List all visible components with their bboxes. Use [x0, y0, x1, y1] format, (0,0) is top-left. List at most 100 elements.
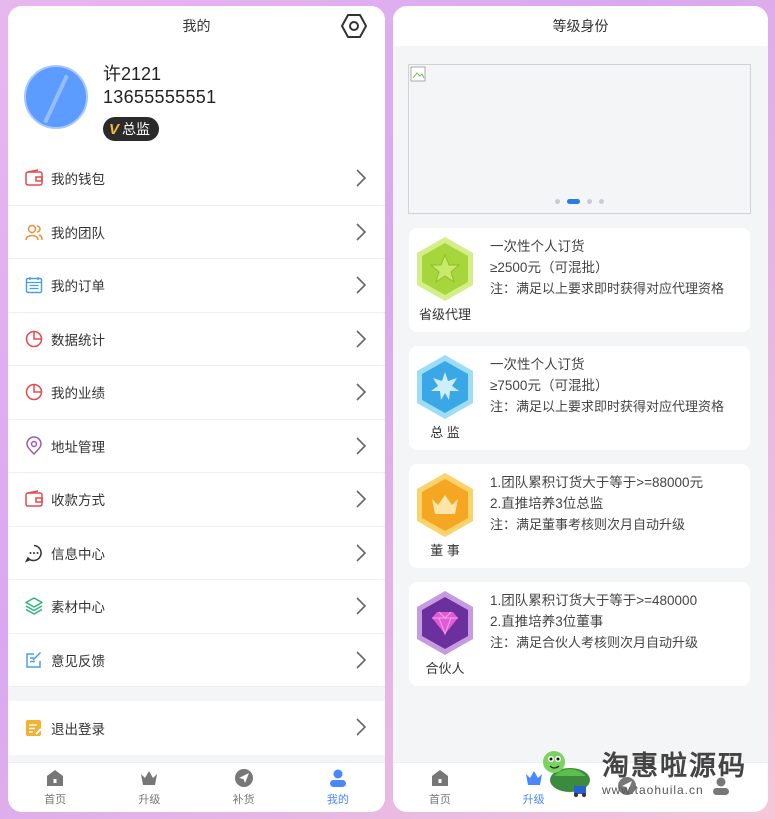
tab-home[interactable]: 首页	[8, 763, 102, 812]
watermark: 淘惠啦源码 www.taohuila.cn	[540, 740, 760, 800]
tab-label: 补货	[232, 794, 255, 806]
logout-section: 退出登录	[8, 701, 385, 755]
carousel-dot[interactable]	[599, 199, 604, 204]
settings-hex-icon	[341, 14, 367, 38]
crown-badge-icon	[417, 473, 473, 537]
carousel-dot[interactable]	[555, 199, 560, 204]
calendar-icon	[25, 277, 43, 294]
requirement-line: 2.直推培养3位董事	[490, 614, 604, 629]
menu-label: 我的钱包	[51, 172, 105, 188]
top-bar: 我的	[8, 6, 385, 46]
carousel-dot-active[interactable]	[567, 199, 580, 204]
home-icon	[431, 770, 448, 786]
menu-item-performance[interactable]: 我的业绩	[8, 366, 385, 420]
level-card-provincial-agent: 省级代理 一次性个人订货 ≥2500元（可混批） 注：满足以上要求即时获得对应代…	[409, 228, 750, 332]
user-phone: 13655555551	[103, 87, 217, 107]
chevron-right-icon	[356, 383, 367, 401]
menu-item-team[interactable]: 我的团队	[8, 206, 385, 259]
requirement-note: 注：满足董事考核则次月自动升级	[490, 517, 686, 532]
menu-label: 我的团队	[51, 225, 105, 241]
carousel-indicator	[409, 199, 750, 204]
user-name: 许2121	[103, 64, 162, 84]
menu-label: 信息中心	[51, 546, 105, 562]
tab-restock[interactable]: 补货	[197, 763, 291, 812]
tab-label: 升级	[138, 794, 161, 806]
chat-bubble-icon	[24, 544, 42, 563]
pie-chart-icon	[25, 330, 43, 347]
crown-icon	[141, 771, 158, 785]
menu-item-payment-method[interactable]: 收款方式	[8, 473, 385, 527]
tab-mine[interactable]: 我的	[291, 763, 385, 812]
broken-image-icon	[410, 66, 426, 82]
tab-upgrade[interactable]: 升级	[102, 763, 196, 812]
page-title: 我的	[182, 18, 211, 34]
level-requirements: 1.团队累积订货大于等于>=480000 2.直推培养3位董事 注：满足合伙人考…	[490, 590, 698, 653]
requirement-note: 注：满足以上要求即时获得对应代理资格	[490, 399, 725, 414]
logout-button[interactable]: 退出登录	[8, 701, 385, 755]
banner-carousel[interactable]	[408, 64, 751, 214]
wallet-icon	[25, 169, 43, 186]
level-name: 总 监	[430, 425, 460, 440]
my-page-screen: 我的 许2121 13655555551 V 总监 我的钱包 我的团队 我的订单…	[8, 6, 385, 812]
level-requirements: 一次性个人订货 ≥2500元（可混批） 注：满足以上要求即时获得对应代理资格	[490, 236, 724, 299]
pie-chart-icon	[25, 384, 43, 401]
requirement-line: 1.团队累积订货大于等于>=88000元	[490, 475, 704, 490]
menu-label: 收款方式	[51, 493, 105, 509]
tab-label: 首页	[44, 794, 67, 806]
tab-home[interactable]: 首页	[393, 763, 487, 812]
level-card-board-member: 董 事 1.团队累积订货大于等于>=88000元 2.直推培养3位总监 注：满足…	[409, 464, 750, 568]
menu-item-address[interactable]: 地址管理	[8, 420, 385, 473]
settings-button[interactable]	[341, 13, 367, 39]
level-badge: V 总监	[103, 117, 160, 141]
level-requirements: 1.团队累积订货大于等于>=88000元 2.直推培养3位总监 注：满足董事考核…	[490, 472, 703, 535]
turtle-mascot-icon	[543, 751, 590, 797]
requirement-line: 1.团队累积订货大于等于>=480000	[490, 593, 698, 608]
menu-label: 退出登录	[51, 721, 105, 737]
wallet-icon	[25, 490, 43, 507]
chevron-right-icon	[356, 222, 367, 241]
menu-label: 意见反馈	[51, 653, 105, 669]
edit-icon	[26, 651, 42, 668]
chevron-right-icon	[356, 329, 367, 348]
chevron-right-icon	[356, 543, 367, 562]
avatar[interactable]	[24, 65, 88, 129]
menu-item-materials[interactable]: 素材中心	[8, 580, 385, 634]
requirement-line: ≥7500元（可混批）	[490, 378, 609, 393]
tab-label: 首页	[428, 794, 451, 806]
logout-icon	[26, 719, 42, 736]
menu-item-statistics[interactable]: 数据统计	[8, 313, 385, 366]
requirement-line: 一次性个人订货	[490, 239, 585, 254]
section-divider	[8, 687, 385, 701]
level-identity-screen: 等级身份 省级代理 一次性个人订货 ≥2500元（可混批） 注：满足以上要求即时…	[393, 6, 768, 812]
menu-item-feedback[interactable]: 意见反馈	[8, 634, 385, 687]
chevron-right-icon	[356, 490, 367, 508]
chevron-right-icon	[356, 276, 367, 294]
menu-label: 素材中心	[51, 600, 105, 616]
level-name: 省级代理	[418, 307, 471, 322]
diamond-badge-icon	[417, 591, 473, 655]
level-name: 合伙人	[425, 661, 465, 676]
level-requirements: 一次性个人订货 ≥7500元（可混批） 注：满足以上要求即时获得对应代理资格	[490, 354, 724, 417]
menu-item-messages[interactable]: 信息中心	[8, 527, 385, 580]
menu-label: 我的业绩	[51, 386, 105, 402]
level-card-partner: 合伙人 1.团队累积订货大于等于>=480000 2.直推培养3位董事 注：满足…	[409, 582, 750, 686]
menu-list: 我的钱包 我的团队 我的订单 数据统计 我的业绩 地址管理 收款方式 信息中心 …	[8, 152, 385, 687]
menu-item-orders[interactable]: 我的订单	[8, 259, 385, 313]
menu-item-wallet[interactable]: 我的钱包	[8, 152, 385, 206]
user-icon	[329, 769, 346, 787]
watermark-title: 淘惠啦源码	[602, 750, 747, 781]
requirement-note: 注：满足以上要求即时获得对应代理资格	[490, 281, 725, 296]
sun-badge-icon	[417, 355, 473, 419]
level-card-director: 总 监 一次性个人订货 ≥7500元（可混批） 注：满足以上要求即时获得对应代理…	[409, 346, 750, 450]
tab-label: 我的	[326, 794, 349, 806]
vip-v-icon: V	[109, 120, 120, 138]
chevron-right-icon	[356, 597, 367, 615]
menu-label: 我的订单	[51, 279, 105, 295]
team-icon	[25, 224, 43, 240]
send-icon	[234, 769, 253, 787]
location-pin-icon	[26, 436, 42, 455]
star-badge-icon	[417, 237, 473, 301]
carousel-dot[interactable]	[587, 199, 592, 204]
menu-label: 数据统计	[51, 332, 105, 348]
layers-icon	[25, 597, 43, 615]
